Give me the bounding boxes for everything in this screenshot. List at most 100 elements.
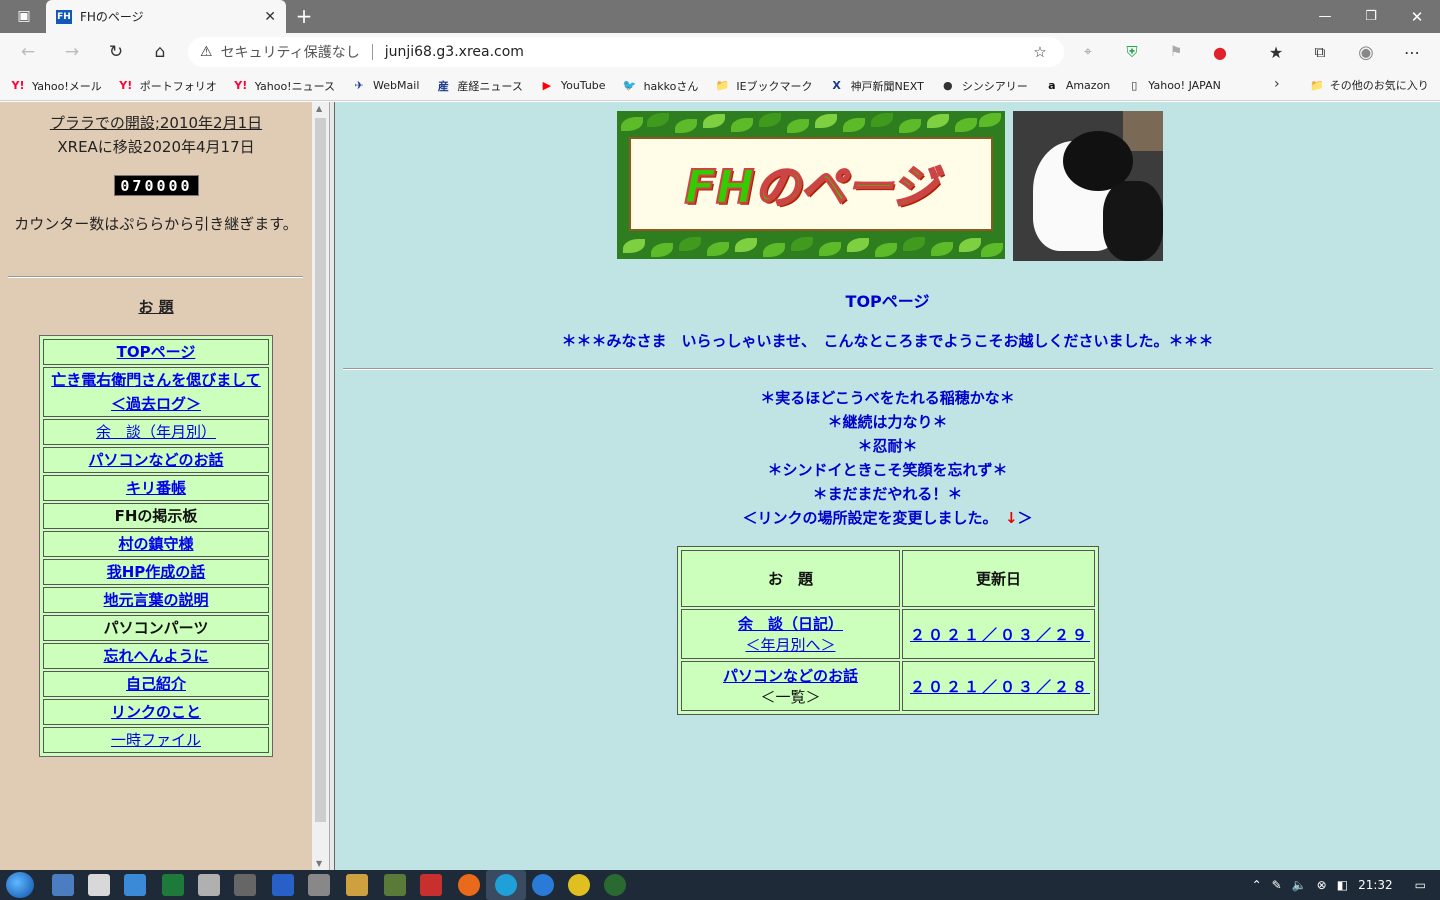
bookmark-item[interactable]: 📁 IEブックマーク	[714, 78, 813, 94]
topic-sub[interactable]: ＜年月別へ＞	[682, 634, 899, 655]
taskbar-app-2-icon[interactable]	[88, 874, 110, 896]
down-arrow-icon: ↓	[1004, 509, 1018, 527]
sidebar-menu-item[interactable]: パソコンなどのお話	[43, 447, 269, 473]
new-tab-button[interactable]: +	[292, 4, 316, 28]
bookmark-item[interactable]: a Amazon	[1044, 78, 1110, 94]
bookmarks-more-icon[interactable]: ›	[1274, 76, 1280, 92]
close-window-icon[interactable]: ✕	[1394, 0, 1440, 33]
taskbar-edge-active[interactable]	[486, 870, 526, 900]
url-text[interactable]: junji68.g3.xrea.com	[385, 44, 524, 60]
profile-avatar-icon[interactable]: ◉	[1354, 40, 1378, 64]
bookmark-icon: ✈	[354, 79, 364, 92]
taskbar-edge-icon	[495, 874, 517, 896]
taskbar-excel-icon[interactable]	[162, 874, 184, 896]
taskbar-calculator-icon[interactable]	[198, 874, 220, 896]
sidebar-menu-item[interactable]: パソコンパーツ	[43, 615, 269, 641]
topic-sub: ＜一覧＞	[760, 688, 821, 706]
forward-icon[interactable]: →	[60, 40, 84, 64]
taskbar-firefox-icon[interactable]	[458, 874, 480, 896]
extension-shield-icon[interactable]: ⛨	[1120, 40, 1144, 64]
taskbar-app-8-icon[interactable]	[308, 874, 330, 896]
scroll-down-icon[interactable]: ▼	[316, 859, 322, 868]
menu-item-label: 自己紹介	[125, 675, 186, 693]
sidebar-menu-item[interactable]: キリ番帳	[43, 475, 269, 501]
tray-pen-icon[interactable]: ✎	[1272, 878, 1282, 892]
taskbar-app-1-icon[interactable]	[52, 874, 74, 896]
taskbar-app-16-icon[interactable]	[604, 874, 626, 896]
collections-icon[interactable]: ⧉	[1308, 40, 1332, 64]
sidebar-menu-item[interactable]: FHの掲示板	[43, 503, 269, 529]
bookmark-item[interactable]: ● シンシアリー	[940, 78, 1028, 94]
bookmark-item[interactable]: Y! Yahoo!メール	[10, 78, 102, 94]
taskbar-ie-icon[interactable]	[532, 874, 554, 896]
sidebar-menu-item[interactable]: 地元言葉の説明	[43, 587, 269, 613]
bookmark-item[interactable]: Y! ポートフォリオ	[118, 78, 217, 94]
sidebar-menu-item[interactable]: 村の鎮守様	[43, 531, 269, 557]
taskbar-app-11-icon[interactable]	[420, 874, 442, 896]
tray-expand-icon[interactable]: ⌃	[1252, 878, 1262, 892]
topic-link[interactable]: パソコンなどのお話	[682, 665, 899, 686]
taskbar-app-6-icon[interactable]	[234, 874, 256, 896]
tray-clock[interactable]: 21:32	[1358, 878, 1393, 892]
sidebar-menu: TOPページ 亡き電右衛門さんを偲びまして ＜過去ログ＞ 余 談（年月別） パソコンなど…	[39, 335, 273, 757]
refresh-icon[interactable]: ↻	[104, 40, 128, 64]
table-header-topic: お 題	[681, 550, 900, 607]
tray-volume-icon[interactable]: 🔈	[1292, 878, 1307, 892]
tray-network-icon[interactable]: ⊗	[1317, 878, 1327, 892]
bookmark-item[interactable]: 🐦 hakkoさん	[622, 78, 699, 94]
tab-close-icon[interactable]: ✕	[264, 9, 276, 25]
bookmark-item[interactable]: 産産経ニュース	[435, 78, 523, 94]
warning-icon[interactable]: ⚠	[200, 44, 213, 60]
restore-icon[interactable]: ❐	[1348, 0, 1394, 33]
sidebar-menu-item[interactable]: 一時ファイル	[43, 727, 269, 753]
tab-fh-page[interactable]: FH FHのページ ✕	[46, 0, 286, 33]
notification-icon[interactable]: ▭	[1415, 878, 1426, 892]
sidebar-menu-item[interactable]: TOPページ	[43, 339, 269, 365]
extension-red-icon[interactable]: ●	[1208, 40, 1232, 64]
sidebar-menu-item[interactable]: 余 談（年月別）	[43, 419, 269, 445]
tray-app-icon[interactable]: ◧	[1337, 878, 1348, 892]
taskbar-app-7-icon[interactable]	[272, 874, 294, 896]
taskbar-chrome-icon[interactable]	[568, 874, 590, 896]
extension-cursor-icon[interactable]: ⌖	[1076, 40, 1100, 64]
back-icon[interactable]: ←	[16, 40, 40, 64]
sidebar-menu-item[interactable]: 亡き電右衛門さんを偲びまして ＜過去ログ＞	[43, 367, 269, 417]
bookmark-item[interactable]: ▶ YouTube	[539, 78, 606, 94]
bookmark-label: Amazon	[1065, 79, 1111, 92]
bookmark-icon: ▶	[542, 79, 552, 92]
bookmark-item[interactable]: Y! Yahoo!ニュース	[233, 78, 335, 94]
extension-flag-icon[interactable]: ⚑	[1164, 40, 1188, 64]
motto-line: ＊実るほどこうべをたれる稲穂かな＊	[760, 389, 1015, 407]
opened-date[interactable]: プララでの開設;2010年2月1日	[0, 112, 312, 133]
update-date[interactable]: ２０２１／０３／２８	[902, 661, 1095, 711]
home-icon[interactable]: ⌂	[148, 40, 172, 64]
taskbar-app-9-icon[interactable]	[346, 874, 368, 896]
topic-link[interactable]: 余 談（日記）	[682, 613, 899, 634]
bookmark-item[interactable]: X 神戸新聞NEXT	[829, 78, 924, 94]
taskbar-app-3-icon[interactable]	[124, 874, 146, 896]
sidebar-menu-item[interactable]: 忘れへんように	[43, 643, 269, 669]
update-date[interactable]: ２０２１／０３／２９	[902, 609, 1095, 659]
tab-actions-icon[interactable]: ▣	[12, 4, 36, 28]
menu-item-label: 我HP作成の話	[106, 563, 206, 581]
bookmark-item[interactable]: ▯ Yahoo! JAPAN	[1126, 78, 1221, 94]
security-status[interactable]: セキュリティ保護なし	[221, 42, 360, 62]
address-bar[interactable]: ⚠ セキュリティ保護なし junji68.g3.xrea.com	[188, 37, 1064, 67]
add-favorite-icon[interactable]: ☆	[1028, 40, 1052, 64]
other-bookmarks[interactable]: 📁 その他のお気に入り	[1310, 77, 1429, 93]
start-button-icon[interactable]	[6, 872, 34, 898]
sidebar-scrollbar[interactable]: ▲ ▼	[312, 102, 329, 870]
sidebar-menu-item[interactable]: 我HP作成の話	[43, 559, 269, 585]
sidebar-menu-item[interactable]: リンクのこと	[43, 699, 269, 725]
bookmark-label: Yahoo!ニュース	[254, 79, 336, 93]
menu-more-icon[interactable]: ⋯	[1400, 40, 1424, 64]
scroll-thumb[interactable]	[315, 118, 326, 822]
taskbar-app-10-icon[interactable]	[384, 874, 406, 896]
bookmark-item[interactable]: ✈ WebMail	[351, 78, 419, 94]
sidebar-menu-item[interactable]: 自己紹介	[43, 671, 269, 697]
minimize-icon[interactable]: —	[1302, 0, 1348, 33]
scroll-up-icon[interactable]: ▲	[316, 104, 322, 113]
bookmark-label: ポートフォリオ	[139, 79, 217, 93]
bookmark-icon: Y!	[234, 79, 248, 92]
favorites-icon[interactable]: ★	[1264, 40, 1288, 64]
